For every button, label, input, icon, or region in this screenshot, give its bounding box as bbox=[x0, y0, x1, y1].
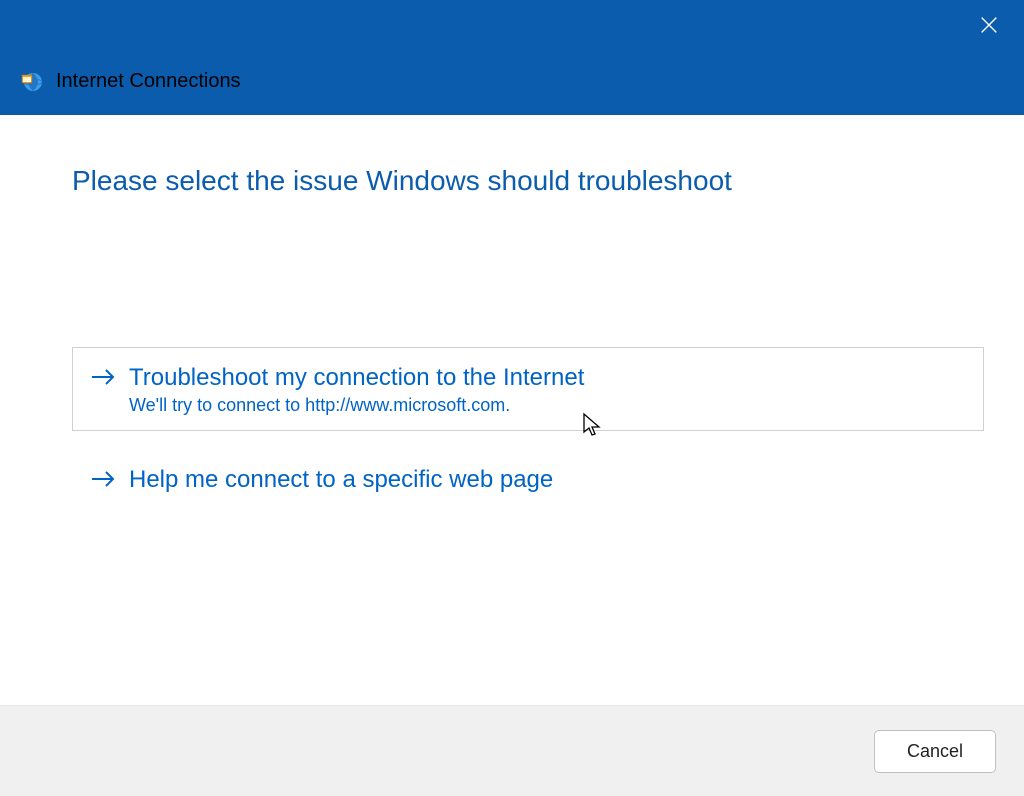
app-title: Internet Connections bbox=[56, 70, 241, 93]
cancel-button[interactable]: Cancel bbox=[874, 730, 996, 773]
option-subtitle: We'll try to connect to http://www.micro… bbox=[129, 395, 584, 416]
content-area: Please select the issue Windows should t… bbox=[0, 115, 1024, 705]
option-text-group: Troubleshoot my connection to the Intern… bbox=[129, 362, 584, 416]
close-icon bbox=[978, 14, 1000, 41]
arrow-right-icon bbox=[91, 470, 115, 493]
option-troubleshoot-internet[interactable]: Troubleshoot my connection to the Intern… bbox=[72, 347, 984, 431]
network-globe-icon bbox=[20, 69, 44, 93]
arrow-right-icon bbox=[91, 368, 115, 391]
titlebar: Internet Connections bbox=[0, 0, 1024, 115]
page-heading: Please select the issue Windows should t… bbox=[72, 165, 984, 197]
option-connect-specific-page[interactable]: Help me connect to a specific web page bbox=[72, 449, 984, 510]
option-title: Troubleshoot my connection to the Intern… bbox=[129, 362, 584, 393]
footer: Cancel bbox=[0, 705, 1024, 796]
option-text-group: Help me connect to a specific web page bbox=[129, 464, 553, 495]
close-button[interactable] bbox=[972, 8, 1006, 47]
option-title: Help me connect to a specific web page bbox=[129, 464, 553, 495]
titlebar-content: Internet Connections bbox=[20, 69, 241, 93]
